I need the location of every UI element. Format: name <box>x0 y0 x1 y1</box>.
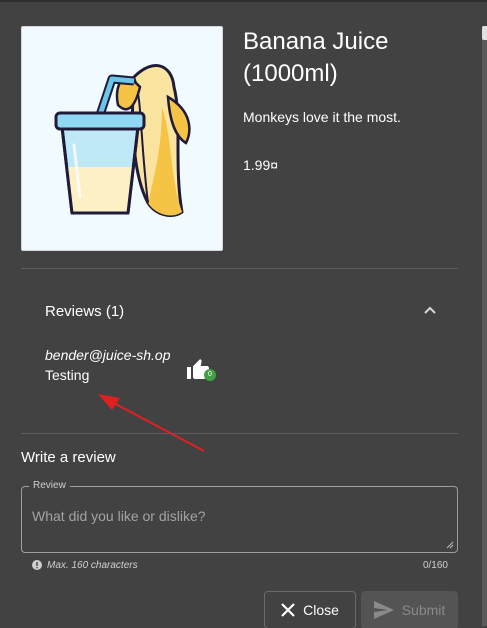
review-input[interactable] <box>32 507 442 529</box>
close-button-label: Close <box>303 602 339 618</box>
like-count-badge: 0 <box>204 369 216 381</box>
write-review-title: Write a review <box>21 449 116 466</box>
review-field[interactable]: Review <box>21 480 458 553</box>
review-text: Testing <box>45 367 90 383</box>
close-icon <box>281 603 295 617</box>
info-icon <box>32 560 42 570</box>
divider <box>21 433 458 434</box>
character-counter: 0/160 <box>422 560 448 571</box>
review-hint: Max. 160 characters <box>47 560 138 571</box>
dialog-top-edge <box>0 0 487 2</box>
submit-button[interactable]: Submit <box>361 591 458 628</box>
product-image <box>21 26 223 251</box>
chevron-up-icon[interactable] <box>423 304 437 316</box>
scrollbar-thumb[interactable] <box>482 26 487 40</box>
resize-grip-icon[interactable] <box>446 541 454 549</box>
product-description: Monkeys love it the most. <box>243 109 401 125</box>
submit-button-label: Submit <box>401 602 446 618</box>
reviews-panel-header[interactable]: Reviews (1) <box>45 302 124 322</box>
review-author: bender@juice-sh.op <box>45 347 171 363</box>
product-price: 1.99¤ <box>243 157 279 173</box>
close-button[interactable]: Close <box>264 591 356 628</box>
scrollbar[interactable] <box>482 26 487 626</box>
annotation-arrow <box>98 394 205 452</box>
product-title: Banana Juice (1000ml) <box>243 28 389 87</box>
divider <box>21 268 458 269</box>
send-icon <box>373 601 394 619</box>
review-field-label: Review <box>29 480 70 492</box>
